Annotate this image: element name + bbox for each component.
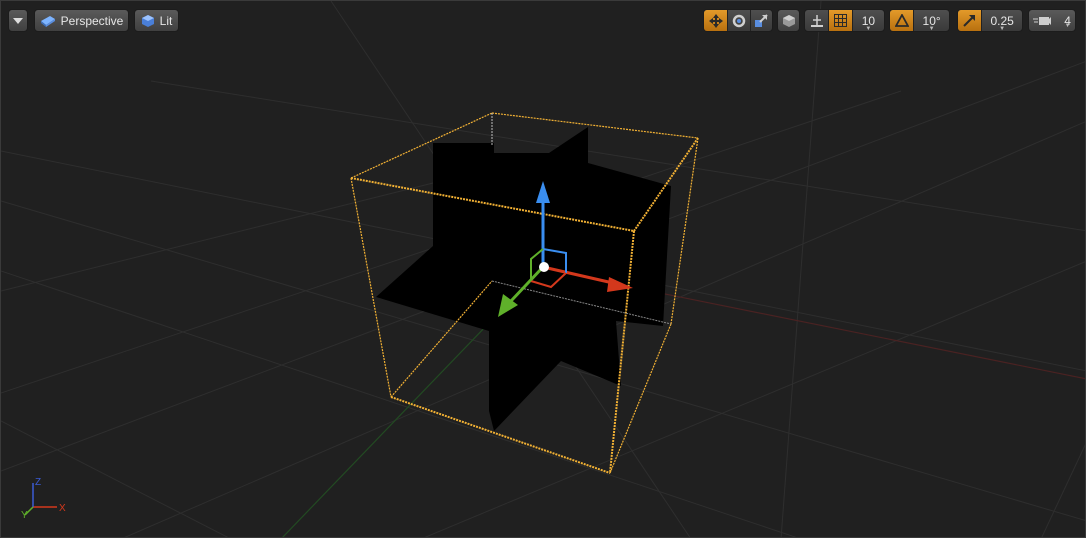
gizmo-center[interactable] bbox=[539, 262, 549, 272]
chevron-down-icon: ▼ bbox=[1064, 22, 1071, 29]
axis-indicator: X Z Y bbox=[21, 477, 66, 521]
camera-speed-icon bbox=[1033, 16, 1052, 25]
scale-icon bbox=[755, 13, 769, 27]
transform-mode-group bbox=[703, 9, 773, 32]
lighting-mode-label: Lit bbox=[159, 13, 173, 28]
grid-snap-value-dropdown[interactable]: 10 ▼ bbox=[851, 10, 884, 32]
scale-mode-button[interactable] bbox=[749, 10, 772, 31]
rotate-mode-button[interactable] bbox=[727, 10, 749, 31]
camera-speed-dropdown: 4 ▼ bbox=[1064, 14, 1071, 29]
translate-mode-button[interactable] bbox=[704, 10, 728, 31]
level-viewport[interactable]: X Z Y Perspective Lit 10 ▼ 10° ▼ 0.25 ▼ … bbox=[0, 0, 1086, 538]
rotate-icon bbox=[732, 14, 746, 27]
chevron-down-icon: ▼ bbox=[865, 26, 872, 32]
translate-icon bbox=[708, 13, 723, 28]
world-space-icon bbox=[782, 14, 795, 27]
rotation-snap-icon bbox=[894, 14, 909, 27]
scale-snap-toggle[interactable] bbox=[958, 10, 982, 31]
chevron-down-icon: ▼ bbox=[928, 26, 935, 32]
grid-snap-group: 10 ▼ bbox=[804, 9, 885, 32]
axis-label-y: Y bbox=[21, 510, 28, 521]
view-mode-button[interactable]: Perspective bbox=[34, 9, 129, 32]
lighting-mode-button[interactable]: Lit bbox=[134, 9, 179, 32]
camera-speed-button[interactable]: 4 ▼ bbox=[1028, 9, 1076, 32]
viewport-options-button[interactable] bbox=[8, 9, 28, 32]
surface-snap-icon bbox=[810, 14, 823, 27]
axis-label-x: X bbox=[59, 503, 66, 514]
scale-snap-group: 0.25 ▼ bbox=[957, 9, 1023, 32]
chevron-down-icon bbox=[13, 17, 23, 24]
rotation-snap-toggle[interactable] bbox=[890, 10, 914, 31]
viewport-scene[interactable]: X Z Y bbox=[1, 1, 1086, 538]
surface-snap-button[interactable] bbox=[805, 10, 828, 31]
world-space-toggle[interactable] bbox=[777, 9, 800, 32]
grid-snap-toggle[interactable] bbox=[828, 10, 852, 31]
perspective-cube-icon bbox=[40, 15, 55, 27]
scale-snap-icon bbox=[963, 15, 976, 27]
rotation-snap-value-dropdown[interactable]: 10° ▼ bbox=[913, 10, 949, 31]
grid-snap-icon bbox=[834, 14, 848, 27]
lit-sphere-icon bbox=[141, 14, 154, 27]
axis-label-z: Z bbox=[35, 477, 41, 488]
view-mode-label: Perspective bbox=[60, 13, 124, 28]
rotation-snap-group: 10° ▼ bbox=[889, 9, 950, 32]
chevron-down-icon: ▼ bbox=[999, 26, 1006, 32]
scale-snap-value-dropdown[interactable]: 0.25 ▼ bbox=[981, 10, 1022, 31]
